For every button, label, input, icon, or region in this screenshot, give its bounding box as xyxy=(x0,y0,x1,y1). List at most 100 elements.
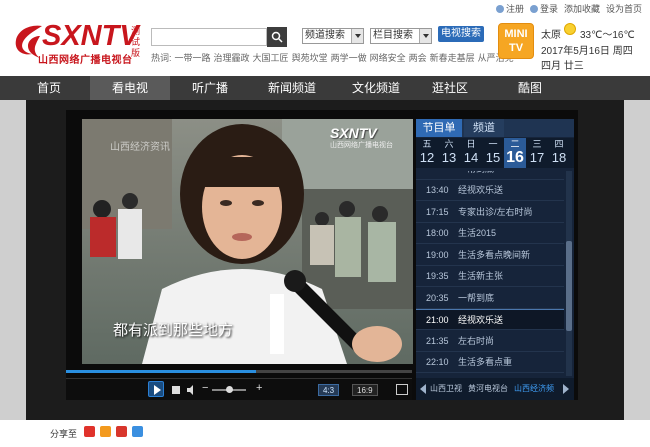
tab-channels[interactable]: 频道 xyxy=(464,119,504,137)
list-item[interactable]: 13:40 经视欢乐送 xyxy=(416,180,564,201)
list-item[interactable]: 18:00 生活2015 xyxy=(416,223,564,244)
search-input[interactable] xyxy=(151,28,267,46)
schedule-scrollbar-thumb[interactable] xyxy=(566,241,572,331)
search-button[interactable] xyxy=(267,27,287,47)
hot-word[interactable]: 一带一路 xyxy=(175,53,211,63)
fullscreen-icon[interactable] xyxy=(396,384,408,395)
stop-button[interactable] xyxy=(172,386,180,394)
tab-program-list[interactable]: 节目单 xyxy=(416,119,462,137)
channel-switcher: 山西卫视 黄河电视台 山西经济频 xyxy=(416,378,574,400)
header: SXNTV 山西网络广播电视台 测试版 频道搜索 栏目搜索 电视搜索 热词: 一带… xyxy=(0,0,650,76)
nav-item-gallery[interactable]: 酷图 xyxy=(482,76,578,100)
day-number: 12 xyxy=(419,150,435,165)
hot-word[interactable]: 舆苑坎堂 xyxy=(292,53,328,63)
channel-yellow-river[interactable]: 黄河电视台 xyxy=(468,378,508,400)
list-item[interactable]: 21:00 经视欢乐送 xyxy=(416,309,564,330)
hot-word[interactable]: 两学一做 xyxy=(331,53,367,63)
day-tab[interactable]: 六 13 xyxy=(438,138,460,168)
main-nav: 首页 看电视 听广播 新闻频道 文化频道 逛社区 酷图 xyxy=(0,76,650,100)
hot-word[interactable]: 大国工匠 xyxy=(253,53,289,63)
program-time: 19:00 xyxy=(426,249,449,260)
hot-words: 热词: 一带一路 治理霾政 大国工匠 舆苑坎堂 两学一做 网络安全 两会 新春走基层 从严治党 xyxy=(151,51,517,64)
add-favorite-link[interactable]: 添加收藏 xyxy=(564,4,600,14)
volume-down-button[interactable]: − xyxy=(202,382,208,404)
day-selector: 五 12 六 13 日 14 一 15 二 16 三 17 四 18 xyxy=(416,138,574,168)
set-homepage-link[interactable]: 设为首页 xyxy=(606,4,642,14)
list-item[interactable]: 一帮到底 xyxy=(416,171,564,180)
user-icon xyxy=(496,5,504,13)
day-tab[interactable]: 四 18 xyxy=(548,138,570,168)
playback-progress[interactable] xyxy=(66,370,412,373)
login-icon xyxy=(530,5,539,13)
list-item[interactable]: 17:15 专家出诊/左右时尚 xyxy=(416,202,564,223)
column-search-select[interactable]: 栏目搜索 xyxy=(370,28,432,44)
chevron-right-icon[interactable] xyxy=(563,384,569,394)
program-time: 21:00 xyxy=(426,315,449,325)
nav-item-home[interactable]: 首页 xyxy=(0,76,98,100)
hot-word[interactable]: 两会 xyxy=(409,53,427,63)
renren-share-icon[interactable] xyxy=(116,426,127,437)
channel-shanxi-tv[interactable]: 山西卫视 xyxy=(430,378,462,400)
register-link[interactable]: 注册 xyxy=(496,4,524,14)
nav-item-news[interactable]: 新闻频道 xyxy=(250,76,334,100)
list-item[interactable]: 22:10 生活多看点重 xyxy=(416,352,564,373)
day-tab[interactable]: 五 12 xyxy=(416,138,438,168)
day-weekday: 四 xyxy=(554,139,564,149)
weather-city: 太原 xyxy=(541,30,561,41)
program-name: 生活多看点重 xyxy=(458,357,513,367)
schedule-scrollbar[interactable] xyxy=(566,171,572,376)
aspect-4-3-button[interactable]: 4:3 xyxy=(318,384,340,396)
list-item[interactable]: 19:00 生活多看点晚间新 xyxy=(416,245,564,266)
day-weekday: 五 xyxy=(422,139,432,149)
hot-words-label: 热词: xyxy=(151,53,172,63)
day-tab[interactable]: 二 16 xyxy=(504,138,526,168)
column-search-select-value: 栏目搜索 xyxy=(373,30,413,41)
day-number: 14 xyxy=(463,150,479,165)
volume-up-button[interactable]: + xyxy=(256,382,262,404)
aspect-16-9-button[interactable]: 16:9 xyxy=(352,384,378,396)
volume-icon[interactable] xyxy=(186,384,198,396)
day-weekday: 日 xyxy=(466,139,476,149)
program-name: 专家出诊/左右时尚 xyxy=(458,206,533,217)
current-date: 2017年5月16日 周四 xyxy=(541,46,633,57)
beta-badge: 测试版 xyxy=(131,26,141,58)
qzone-share-icon[interactable] xyxy=(132,426,143,437)
volume-slider-handle[interactable] xyxy=(226,386,233,393)
logo-text: SXNTV xyxy=(42,20,139,52)
list-item[interactable]: 21:35 左右时尚 xyxy=(416,331,564,352)
program-name: 经视欢乐送 xyxy=(458,315,504,325)
site-logo[interactable]: SXNTV 山西网络广播电视台 测试版 xyxy=(12,20,146,66)
program-list: 一帮到底 13:40 经视欢乐送 17:15 专家出诊/左右时尚 18:00 生活2015… xyxy=(416,171,564,376)
day-tab[interactable]: 一 15 xyxy=(482,138,504,168)
day-tab[interactable]: 日 14 xyxy=(460,138,482,168)
nav-item-community[interactable]: 逛社区 xyxy=(418,76,482,100)
nav-item-watch-tv[interactable]: 看电视 xyxy=(90,76,170,100)
program-name: 一帮到底 xyxy=(458,171,494,180)
day-number: 16 xyxy=(506,149,524,166)
sun-icon xyxy=(564,23,576,35)
hot-word[interactable]: 治理霾政 xyxy=(214,53,250,63)
play-button[interactable] xyxy=(148,381,164,397)
list-item[interactable]: 20:35 一帮到底 xyxy=(416,288,564,309)
program-name: 生活2015 xyxy=(458,228,497,238)
channel-search-select[interactable]: 频道搜索 xyxy=(302,28,364,44)
hot-word[interactable]: 新春走基层 xyxy=(430,53,475,63)
program-name: 生活新主张 xyxy=(458,271,504,281)
tencent-share-icon[interactable] xyxy=(100,426,111,437)
hot-word[interactable]: 网络安全 xyxy=(370,53,406,63)
nav-item-radio[interactable]: 听广播 xyxy=(170,76,250,100)
day-weekday: 一 xyxy=(488,139,498,149)
day-weekday: 三 xyxy=(532,139,542,149)
program-time: 17:15 xyxy=(426,206,449,217)
weibo-share-icon[interactable] xyxy=(84,426,95,437)
login-link[interactable]: 登录 xyxy=(530,4,558,14)
list-item[interactable]: 19:35 生活新主张 xyxy=(416,266,564,287)
program-name: 一帮到底 xyxy=(458,292,495,303)
day-tab[interactable]: 三 17 xyxy=(526,138,548,168)
mini-tv-button[interactable]: MINI TV xyxy=(498,23,534,59)
nav-item-culture[interactable]: 文化频道 xyxy=(334,76,418,100)
video-subtitle: 都有派到那些地方 xyxy=(113,322,234,339)
tv-search-button[interactable]: 电视搜索 xyxy=(438,26,484,42)
chevron-left-icon[interactable] xyxy=(420,384,426,394)
channel-economy[interactable]: 山西经济频 xyxy=(514,378,554,400)
